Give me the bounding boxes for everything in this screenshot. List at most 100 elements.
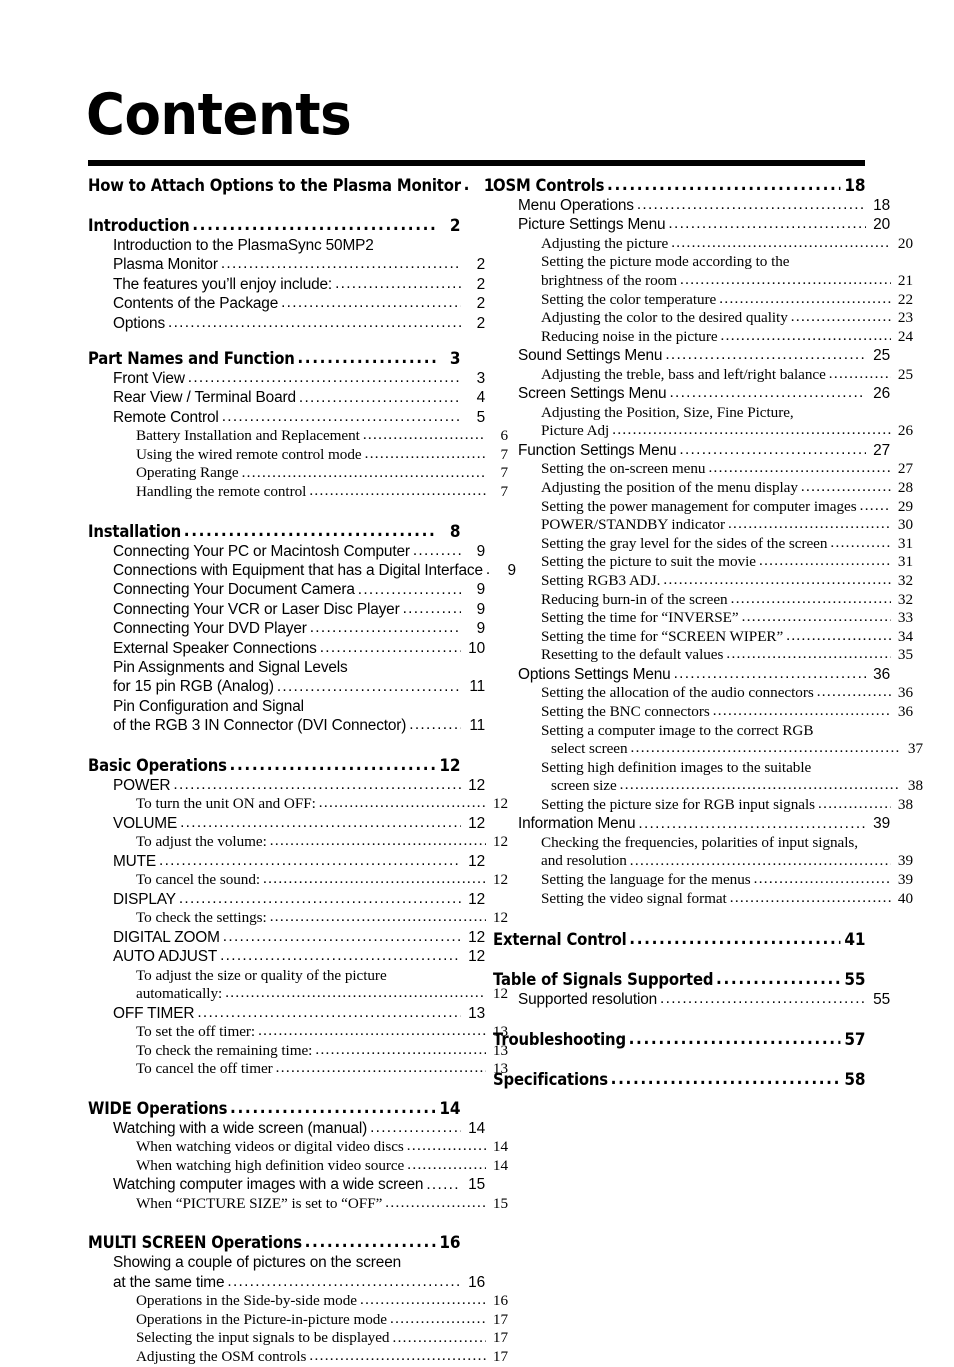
toc-entry-setting-the-time-for-screen-wiper[interactable]: Setting the time for “SCREEN WIPER” 34 xyxy=(493,628,913,647)
toc-entry-mute[interactable]: MUTE 12 xyxy=(88,852,485,871)
toc-entry-to-adjust-the-size-or-quality-of-the-picture[interactable]: To adjust the size or quality of the pic… xyxy=(88,967,508,986)
toc-entry-front-view[interactable]: Front View 3 xyxy=(88,369,485,388)
toc-entry-when-picture-size-is-set-to-off[interactable]: When “PICTURE SIZE” is set to “OFF” 15 xyxy=(88,1195,508,1214)
toc-entry-when-watching-high-definition-video-source[interactable]: When watching high definition video sour… xyxy=(88,1157,508,1176)
toc-entry-setting-the-picture-size-for-rgb-input-signals[interactable]: Setting the picture size for RGB input s… xyxy=(493,796,913,815)
toc-entry-to-turn-the-unit-on-and-off[interactable]: To turn the unit ON and OFF:12 xyxy=(88,795,508,814)
toc-entry-to-cancel-the-off-timer[interactable]: To cancel the off timer13 xyxy=(88,1060,508,1079)
toc-entry-introduction-to-the-plasmasync-50mp2[interactable]: Introduction to the PlasmaSync 50MP2 xyxy=(88,236,485,255)
toc-entry-reducing-noise-in-the-picture[interactable]: Reducing noise in the picture 24 xyxy=(493,328,913,347)
toc-entry-volume[interactable]: VOLUME 12 xyxy=(88,814,485,833)
toc-entry-setting-high-definition-images-to-the-suitable[interactable]: Setting high definition images to the su… xyxy=(493,759,913,778)
toc-entry-setting-rgb3-adj[interactable]: Setting RGB3 ADJ. 32 xyxy=(493,572,913,591)
toc-entry-watching-with-a-wide-screen-manual[interactable]: Watching with a wide screen (manual) 14 xyxy=(88,1119,485,1138)
toc-entry-setting-the-on-screen-menu[interactable]: Setting the on-screen menu 27 xyxy=(493,460,913,479)
toc-entry-brightness-of-the-room[interactable]: brightness of the room 21 xyxy=(493,272,913,291)
toc-entry-setting-the-allocation-of-the-audio-connectors[interactable]: Setting the allocation of the audio conn… xyxy=(493,684,913,703)
toc-entry-resetting-to-the-default-values[interactable]: Resetting to the default values 35 xyxy=(493,646,913,665)
toc-entry-to-check-the-remaining-time[interactable]: To check the remaining time:13 xyxy=(88,1042,508,1061)
toc-entry-external-control[interactable]: External Control 41 xyxy=(493,930,865,950)
toc-entry-adjusting-the-picture[interactable]: Adjusting the picture 20 xyxy=(493,235,913,254)
toc-entry-setting-the-bnc-connectors[interactable]: Setting the BNC connectors 36 xyxy=(493,703,913,722)
toc-entry-screen-size[interactable]: screen size 38 xyxy=(493,777,923,796)
toc-entry-basic-operations[interactable]: Basic Operations 12 xyxy=(88,756,460,776)
toc-entry-connecting-your-dvd-player[interactable]: Connecting Your DVD Player 9 xyxy=(88,619,485,638)
toc-entry-options[interactable]: Options 2 xyxy=(88,314,485,333)
toc-entry-to-check-the-settings[interactable]: To check the settings:12 xyxy=(88,909,508,928)
toc-entry-rear-view-terminal-board[interactable]: Rear View / Terminal Board 4 xyxy=(88,388,485,407)
toc-entry-automatically[interactable]: automatically:12 xyxy=(88,985,508,1004)
toc-entry-auto-adjust[interactable]: AUTO ADJUST 12 xyxy=(88,947,485,966)
toc-entry-options-settings-menu[interactable]: Options Settings Menu 36 xyxy=(493,665,890,684)
toc-entry-display[interactable]: DISPLAY 12 xyxy=(88,890,485,909)
toc-entry-setting-the-gray-level-for-the-sides-of-the-sc[interactable]: Setting the gray level for the sides of … xyxy=(493,535,913,554)
toc-entry-power[interactable]: POWER 12 xyxy=(88,776,485,795)
toc-entry-specifications[interactable]: Specifications 58 xyxy=(493,1070,865,1090)
toc-entry-reducing-burn-in-of-the-screen[interactable]: Reducing burn-in of the screen 32 xyxy=(493,591,913,610)
toc-entry-setting-the-language-for-the-menus[interactable]: Setting the language for the menus 39 xyxy=(493,871,913,890)
toc-entry-to-adjust-the-volume[interactable]: To adjust the volume:12 xyxy=(88,833,508,852)
toc-entry-multi-screen-operations[interactable]: MULTI SCREEN Operations 16 xyxy=(88,1233,460,1253)
toc-entry-setting-the-picture-mode-according-to-the[interactable]: Setting the picture mode according to th… xyxy=(493,253,913,272)
toc-entry-setting-the-video-signal-format[interactable]: Setting the video signal format 40 xyxy=(493,890,913,909)
toc-entry-using-the-wired-remote-control-mode[interactable]: Using the wired remote control mode7 xyxy=(88,446,508,465)
toc-entry-and-resolution[interactable]: and resolution 39 xyxy=(493,852,913,871)
toc-entry-watching-computer-images-with-a-wide-screen[interactable]: Watching computer images with a wide scr… xyxy=(88,1175,485,1194)
toc-entry-to-cancel-the-sound[interactable]: To cancel the sound:12 xyxy=(88,871,508,890)
toc-entry-to-set-the-off-timer[interactable]: To set the off timer:13 xyxy=(88,1023,508,1042)
toc-entry-showing-a-couple-of-pictures-on-the-screen[interactable]: Showing a couple of pictures on the scre… xyxy=(88,1253,485,1272)
toc-entry-adjusting-the-position-size-fine-picture[interactable]: Adjusting the Position, Size, Fine Pictu… xyxy=(493,404,913,423)
toc-entry-supported-resolution[interactable]: Supported resolution 55 xyxy=(493,990,890,1009)
toc-entry-for-15-pin-rgb-analog[interactable]: for 15 pin RGB (Analog) 11 xyxy=(88,677,485,696)
toc-entry-checking-the-frequencies-polarities-of-input-s[interactable]: Checking the frequencies, polarities of … xyxy=(493,834,913,853)
toc-entry-picture-adj[interactable]: Picture Adj 26 xyxy=(493,422,913,441)
toc-entry-setting-the-time-for-inverse[interactable]: Setting the time for “INVERSE” 33 xyxy=(493,609,913,628)
toc-entry-external-speaker-connections[interactable]: External Speaker Connections 10 xyxy=(88,639,485,658)
toc-entry-adjusting-the-position-of-the-menu-display[interactable]: Adjusting the position of the menu displ… xyxy=(493,479,913,498)
toc-entry-information-menu[interactable]: Information Menu 39 xyxy=(493,814,890,833)
toc-entry-adjusting-the-color-to-the-desired-quality[interactable]: Adjusting the color to the desired quali… xyxy=(493,309,913,328)
toc-entry-screen-settings-menu[interactable]: Screen Settings Menu 26 xyxy=(493,384,890,403)
toc-entry-power-standby-indicator[interactable]: POWER/STANDBY indicator 30 xyxy=(493,516,913,535)
toc-entry-picture-settings-menu[interactable]: Picture Settings Menu 20 xyxy=(493,215,890,234)
toc-entry-at-the-same-time[interactable]: at the same time 16 xyxy=(88,1273,485,1292)
toc-entry-setting-a-computer-image-to-the-correct-rgb[interactable]: Setting a computer image to the correct … xyxy=(493,722,913,741)
toc-entry-setting-the-picture-to-suit-the-movie[interactable]: Setting the picture to suit the movie 31 xyxy=(493,553,913,572)
toc-entry-osm-controls[interactable]: OSM Controls 18 xyxy=(493,176,865,196)
toc-entry-how-to-attach-options-to-the-plasma-monitor[interactable]: How to Attach Options to the Plasma Moni… xyxy=(88,176,494,196)
toc-entry-operations-in-the-side-by-side-mode[interactable]: Operations in the Side-by-side mode 16 xyxy=(88,1292,508,1311)
toc-entry-handling-the-remote-control[interactable]: Handling the remote control7 xyxy=(88,483,508,502)
toc-entry-menu-operations[interactable]: Menu Operations 18 xyxy=(493,196,890,215)
toc-entry-wide-operations[interactable]: WIDE Operations 14 xyxy=(88,1099,460,1119)
dot-leader xyxy=(830,534,891,553)
toc-entry-select-screen[interactable]: select screen 37 xyxy=(493,740,923,759)
toc-entry-connecting-your-document-camera[interactable]: Connecting Your Document Camera 9 xyxy=(88,580,485,599)
toc-entry-connecting-your-vcr-or-laser-disc-player[interactable]: Connecting Your VCR or Laser Disc Player… xyxy=(88,600,485,619)
toc-entry-remote-control[interactable]: Remote Control 5 xyxy=(88,408,485,427)
toc-entry-sound-settings-menu[interactable]: Sound Settings Menu 25 xyxy=(493,346,890,365)
toc-entry-setting-the-color-temperature[interactable]: Setting the color temperature 22 xyxy=(493,291,913,310)
toc-entry-function-settings-menu[interactable]: Function Settings Menu 27 xyxy=(493,441,890,460)
toc-entry-operating-range[interactable]: Operating Range7 xyxy=(88,464,508,483)
toc-entry-setting-the-power-management-for-computer-imag[interactable]: Setting the power management for compute… xyxy=(493,498,913,517)
toc-entry-the-features-youll-enjoy-include[interactable]: The features you’ll enjoy include: 2 xyxy=(88,275,485,294)
toc-entry-connecting-your-pc-or-macintosh-computer[interactable]: Connecting Your PC or Macintosh Computer… xyxy=(88,542,485,561)
toc-entry-introduction[interactable]: Introduction 2 xyxy=(88,216,460,236)
toc-entry-contents-of-the-package[interactable]: Contents of the Package 2 xyxy=(88,294,485,313)
toc-entry-selecting-the-input-signals-to-be-displayed[interactable]: Selecting the input signals to be displa… xyxy=(88,1329,508,1348)
toc-entry-pin-configuration-and-signal[interactable]: Pin Configuration and Signal xyxy=(88,697,485,716)
toc-entry-connections-with-equipment-that-has-a-digital-[interactable]: Connections with Equipment that has a Di… xyxy=(88,561,516,580)
toc-entry-pin-assignments-and-signal-levels[interactable]: Pin Assignments and Signal Levels xyxy=(88,658,485,677)
toc-entry-part-names-and-function[interactable]: Part Names and Function 3 xyxy=(88,349,460,369)
toc-entry-off-timer[interactable]: OFF TIMER 13 xyxy=(88,1004,485,1023)
toc-entry-when-watching-videos-or-digital-video-discs[interactable]: When watching videos or digital video di… xyxy=(88,1138,508,1157)
toc-entry-adjusting-the-treble-bass-and-left-right-balan[interactable]: Adjusting the treble, bass and left/righ… xyxy=(493,366,913,385)
toc-entry-digital-zoom[interactable]: DIGITAL ZOOM 12 xyxy=(88,928,485,947)
toc-entry-installation[interactable]: Installation 8 xyxy=(88,522,460,542)
toc-entry-table-of-signals-supported[interactable]: Table of Signals Supported 55 xyxy=(493,970,865,990)
toc-entry-of-the-rgb-3-in-connector-dvi-connector[interactable]: of the RGB 3 IN Connector (DVI Connector… xyxy=(88,716,485,735)
toc-entry-troubleshooting[interactable]: Troubleshooting 57 xyxy=(493,1030,865,1050)
toc-entry-operations-in-the-picture-in-picture-mode[interactable]: Operations in the Picture-in-picture mod… xyxy=(88,1311,508,1330)
toc-entry-plasma-monitor[interactable]: Plasma Monitor 2 xyxy=(88,255,485,274)
toc-entry-battery-installation-and-replacement[interactable]: Battery Installation and Replacement6 xyxy=(88,427,508,446)
